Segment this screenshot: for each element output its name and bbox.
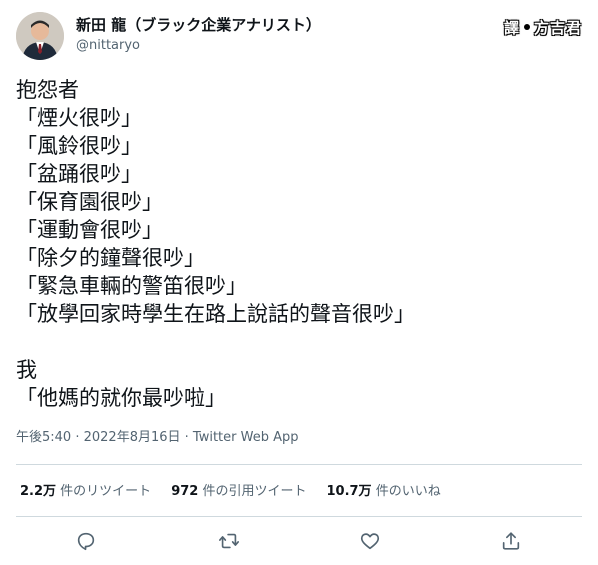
tweet-actions xyxy=(16,524,582,558)
avatar-image xyxy=(16,12,64,60)
tweet-header: 新田 龍（ブラック企業アナリスト） @nittaryo 譯 方吉君 xyxy=(16,10,582,62)
tweet-time[interactable]: 午後5:40 xyxy=(16,430,71,445)
divider xyxy=(16,516,582,517)
badge-dot-icon xyxy=(523,24,530,30)
translator-badge-left: 譯 xyxy=(503,18,520,37)
like-label: 件のいいね xyxy=(375,484,441,499)
divider xyxy=(16,464,582,465)
tweet-date[interactable]: 2022年8月16日 xyxy=(84,430,181,445)
tweet-line: 「緊急車輛的警笛很吵」 xyxy=(16,274,247,298)
retweet-label: 件のリツイート xyxy=(60,484,152,499)
tweet-meta: 午後5:40 · 2022年8月16日 · Twitter Web App xyxy=(16,428,299,448)
tweet-line: 我 xyxy=(16,358,37,382)
retweet-button[interactable] xyxy=(214,526,244,556)
quote-count-link[interactable]: 972 件の引用ツイート xyxy=(171,482,306,502)
like-button[interactable] xyxy=(355,526,385,556)
tweet-stats: 2.2万 件のリツイート 972 件の引用ツイート 10.7万 件のいいね xyxy=(20,482,441,502)
tweet-line: 「風鈴很吵」 xyxy=(16,134,142,158)
tweet-text: 抱怨者 「煙火很吵」 「風鈴很吵」 「盆踊很吵」 「保育園很吵」 「運動會很吵」… xyxy=(16,76,582,412)
tweet-line: 「運動會很吵」 xyxy=(16,218,163,242)
avatar[interactable] xyxy=(16,12,64,60)
tweet-line: 「煙火很吵」 xyxy=(16,106,142,130)
reply-icon xyxy=(77,532,95,551)
share-icon xyxy=(502,532,520,550)
quote-count: 972 xyxy=(171,484,199,499)
tweet-line: 「放學回家時學生在路上說話的聲音很吵」 xyxy=(16,302,415,326)
retweet-count-link[interactable]: 2.2万 件のリツイート xyxy=(20,482,151,502)
reply-button[interactable] xyxy=(71,526,101,556)
retweet-count: 2.2万 xyxy=(20,484,57,499)
share-button[interactable] xyxy=(496,526,526,556)
author-handle[interactable]: @nittaryo xyxy=(76,37,321,55)
tweet-line: 「盆踊很吵」 xyxy=(16,162,142,186)
tweet-line: 「除夕的鐘聲很吵」 xyxy=(16,246,205,270)
author-display-name[interactable]: 新田 龍（ブラック企業アナリスト） xyxy=(76,15,321,35)
tweet-line: 抱怨者 xyxy=(16,78,79,102)
like-count-link[interactable]: 10.7万 件のいいね xyxy=(326,482,440,502)
like-count: 10.7万 xyxy=(326,484,372,499)
tweet-source[interactable]: Twitter Web App xyxy=(193,430,299,445)
tweet-line: 「他媽的就你最吵啦」 xyxy=(16,386,226,410)
retweet-icon xyxy=(219,533,239,549)
meta-separator: · xyxy=(180,430,193,445)
translator-badge-right: 方吉君 xyxy=(533,18,582,37)
meta-separator: · xyxy=(71,430,84,445)
translator-badge: 譯 方吉君 xyxy=(504,16,582,38)
quote-label: 件の引用ツイート xyxy=(202,484,307,499)
tweet-line: 「保育園很吵」 xyxy=(16,190,163,214)
like-icon xyxy=(360,533,380,550)
